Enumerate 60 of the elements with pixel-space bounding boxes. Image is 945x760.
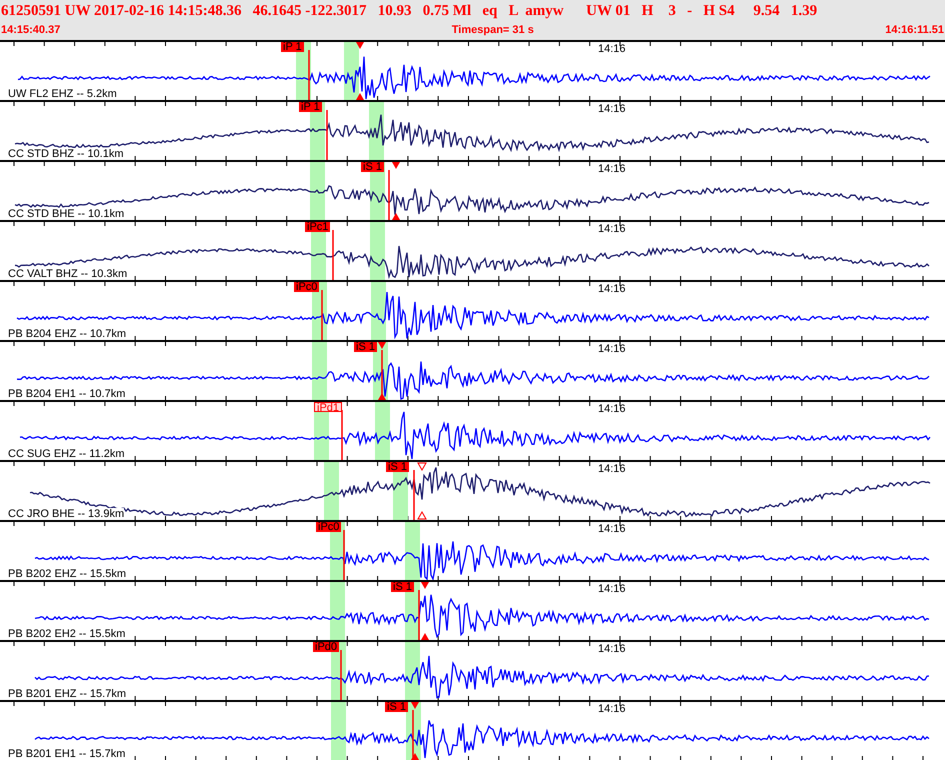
timespan: Timespan= 31 s	[450, 23, 534, 38]
time-label: 14:16	[598, 343, 626, 355]
pick-label[interactable]: iPc0	[316, 522, 342, 532]
p-window	[310, 162, 325, 220]
pick-line	[308, 50, 310, 100]
pick-line	[332, 230, 334, 280]
time-label: 14:16	[598, 103, 626, 115]
trace-label: CC VALT BHZ -- 10.3km	[8, 268, 128, 280]
time-label: 14:16	[598, 703, 626, 715]
time-label: 14:16	[598, 643, 626, 655]
pick-label[interactable]: iPd0	[313, 642, 340, 652]
pick-line	[413, 470, 415, 520]
time-label: 14:16	[598, 403, 626, 415]
time-label: 14:16	[598, 163, 626, 175]
pick-label[interactable]: iS 1	[391, 582, 414, 592]
pick-label[interactable]: iPc1	[305, 222, 330, 232]
trace-label: UW FL2 EHZ -- 5.2km	[8, 88, 117, 100]
pick-line	[388, 170, 390, 220]
trace-label: CC JRO BHE -- 13.9km	[8, 508, 124, 520]
p-window	[324, 462, 339, 520]
end-time: 14:16:11.51	[885, 23, 944, 38]
pick-label[interactable]: iPd1	[314, 402, 342, 412]
time-label: 14:16	[598, 523, 626, 535]
s-window	[405, 522, 420, 580]
trace-label: CC SUG EHZ -- 11.2km	[8, 448, 125, 460]
time-label: 14:16	[598, 283, 626, 295]
pick-label[interactable]: iS 1	[361, 162, 384, 172]
time-label: 14:16	[598, 583, 626, 595]
s-window	[375, 402, 390, 460]
pick-line	[343, 530, 345, 580]
event-summary: 61250591 UW 2017-02-16 14:15:48.36 46.1645 -122.3017 10.93 0.75 Ml eq L amyw UW 01 H 3 - H S4 9.54 1.39	[0, 2, 818, 21]
trace-label: PB B204 EHZ -- 10.7km	[8, 328, 126, 340]
pick-line	[326, 110, 328, 160]
pick-line	[412, 710, 414, 760]
pick-line	[341, 410, 343, 460]
pick-label[interactable]: iPc0	[294, 282, 320, 292]
s-window	[370, 222, 385, 280]
trace-label: PB B202 EHZ -- 15.5km	[8, 568, 126, 580]
trace-label: PB B201 EH1 -- 15.7km	[8, 748, 126, 760]
trace-label: CC STD BHE -- 10.1km	[8, 208, 124, 220]
p-window	[331, 702, 346, 760]
pick-label[interactable]: iP 1	[281, 42, 304, 52]
pick-label[interactable]: iP 1	[299, 102, 322, 112]
time-label: 14:16	[598, 223, 626, 235]
pick-label[interactable]: iS 1	[386, 462, 409, 472]
trace-label: CC STD BHZ -- 10.1km	[8, 148, 124, 160]
start-time: 14:15:40.37	[1, 23, 60, 38]
s-window	[371, 282, 386, 340]
pick-label[interactable]: iS 1	[385, 702, 408, 712]
pick-line	[321, 290, 323, 340]
p-window	[330, 582, 345, 640]
p-window	[312, 342, 327, 400]
s-window	[405, 642, 420, 700]
trace-label: PB B202 EH2 -- 15.5km	[8, 628, 126, 640]
pick-line	[340, 650, 342, 700]
time-label: 14:16	[598, 43, 626, 55]
time-label: 14:16	[598, 463, 626, 475]
pick-line	[418, 590, 420, 640]
trace-label: PB B201 EHZ -- 15.7km	[8, 688, 126, 700]
trace-label: PB B204 EH1 -- 10.7km	[8, 388, 126, 400]
